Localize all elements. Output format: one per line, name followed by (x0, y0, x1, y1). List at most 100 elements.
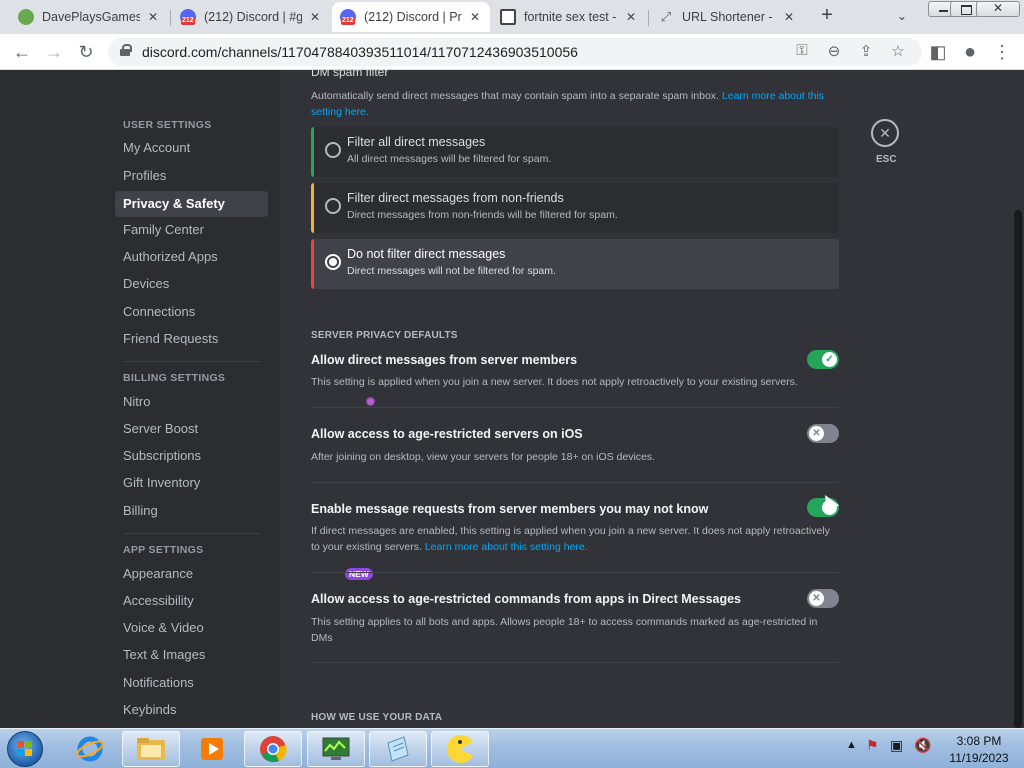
radio-description: Direct messages will not be filtered for… (347, 265, 556, 277)
media-player-icon[interactable] (183, 731, 241, 767)
radio-description: All direct messages will be filtered for… (347, 153, 552, 165)
sidebar-item-label: Appearance (123, 566, 194, 581)
action-center-flag-icon[interactable]: ⚑ (866, 737, 879, 754)
share-icon[interactable]: ⇪ (856, 42, 876, 60)
key-icon[interactable]: ⚿ (792, 42, 812, 59)
sidebar-item-friend-requests[interactable]: Friend Requests (115, 326, 268, 352)
browser-toolbar: ← → ↻ discord.com/channels/1170478840393… (0, 34, 1024, 70)
tab-title: DavePlaysGames (42, 10, 140, 24)
sidebar-item-appearance[interactable]: Appearance NEW (115, 561, 373, 587)
dm-spam-filter-description: Automatically send direct messages that … (311, 90, 825, 118)
taskbar-clock-time[interactable]: 3:08 PM (944, 734, 1014, 748)
app-settings-header: APP SETTINGS (123, 544, 204, 556)
window-close-button[interactable] (976, 1, 1020, 17)
toggle-age-restricted-ios[interactable]: ✕ (807, 424, 839, 443)
discord-favicon-icon: 212 (340, 9, 356, 25)
bookmark-star-icon[interactable]: ☆ (888, 42, 908, 60)
lock-icon[interactable] (120, 44, 132, 56)
close-settings-button[interactable]: ✕ (871, 119, 899, 147)
address-bar[interactable]: discord.com/channels/1170478840393511014… (108, 38, 922, 66)
new-badge: NEW (345, 568, 373, 580)
server-privacy-defaults-header: SERVER PRIVACY DEFAULTS (311, 330, 458, 341)
volume-muted-icon[interactable]: 🔇 (914, 737, 931, 754)
tab-close-icon[interactable]: ✕ (782, 10, 796, 24)
radio-do-not-filter[interactable]: Do not filter direct messages Direct mes… (311, 239, 839, 289)
radio-selected-icon (325, 254, 341, 270)
back-arrow-icon[interactable]: ← (11, 41, 33, 63)
sidebar-item-billing[interactable]: Billing (115, 498, 268, 524)
radio-filter-non-friends[interactable]: Filter direct messages from non-friends … (311, 183, 839, 233)
network-icon[interactable]: ▣ (890, 737, 903, 754)
tab-search-chevron-icon[interactable]: ⌄ (897, 9, 907, 23)
taskbar-clock-date[interactable]: 11/19/2023 (944, 751, 1014, 765)
setting-title-age-restricted-ios: Allow access to age-restricted servers o… (311, 427, 583, 441)
internet-explorer-icon[interactable] (61, 731, 119, 767)
sidebar-item-notifications[interactable]: Notifications (115, 670, 268, 696)
setting-desc-age-restricted-ios: After joining on desktop, view your serv… (311, 451, 656, 463)
sidebar-item-connections[interactable]: Connections (115, 299, 268, 325)
sidebar-item-authorized-apps[interactable]: Authorized Apps (115, 244, 268, 270)
new-tab-button[interactable]: + (817, 5, 837, 26)
radio-title: Filter all direct messages (347, 135, 486, 149)
tab-close-icon[interactable]: ✕ (624, 10, 638, 24)
link-favicon-icon: ⤢ (660, 9, 672, 24)
sidebar-item-accessibility[interactable]: Accessibility (115, 588, 268, 614)
fortnite-favicon-icon (500, 9, 516, 25)
toggle-allow-dms[interactable]: ✓ (807, 350, 839, 369)
tab-close-icon[interactable]: ✕ (308, 10, 322, 24)
tab-close-icon[interactable]: ✕ (146, 10, 160, 24)
browser-tab-fortnite[interactable]: fortnite sex test - ✕ (492, 2, 646, 32)
profile-avatar-icon[interactable]: ● (959, 41, 981, 63)
discord-settings-view: USER SETTINGS My Account Profiles Privac… (0, 70, 1024, 728)
check-icon: ✓ (822, 352, 837, 367)
chrome-menu-icon[interactable]: ⋮ (991, 41, 1013, 63)
sidebar-item-gift-inventory[interactable]: Gift Inventory (115, 470, 268, 496)
chrome-taskbar-icon[interactable] (244, 731, 302, 767)
forward-arrow-icon[interactable]: → (43, 41, 65, 63)
windows-logo-icon (17, 741, 33, 757)
tab-title: (212) Discord | #g (204, 10, 302, 24)
radio-circle-icon (325, 142, 341, 158)
user-settings-header: USER SETTINGS (123, 119, 212, 131)
sidebar-item-server-boost[interactable]: Server Boost (115, 416, 268, 442)
setting-divider (311, 407, 839, 408)
sidebar-item-text-images[interactable]: Text & Images (115, 642, 268, 668)
radio-filter-all-dms[interactable]: Filter all direct messages All direct me… (311, 127, 839, 177)
sidebar-item-profiles[interactable]: Profiles (115, 163, 268, 189)
sidebar-item-voice-video[interactable]: Voice & Video (115, 615, 268, 641)
tab-separator (648, 10, 649, 26)
x-icon: ✕ (809, 591, 824, 606)
sidebar-item-family-center[interactable]: Family Center (115, 217, 268, 243)
browser-tab-discord-privacy[interactable]: 212 (212) Discord | Pr ✕ (332, 2, 490, 32)
file-explorer-icon[interactable] (122, 731, 180, 767)
sidebar-item-nitro[interactable]: Nitro (115, 389, 375, 415)
setting-divider (311, 662, 839, 663)
setting-divider (311, 482, 839, 483)
radio-circle-icon (325, 198, 341, 214)
sidebar-item-my-account[interactable]: My Account (115, 135, 268, 161)
tab-close-icon[interactable]: ✕ (468, 10, 482, 24)
browser-tab-daveplaysgames[interactable]: DavePlaysGames ✕ (10, 2, 168, 32)
start-button[interactable] (7, 731, 43, 767)
task-manager-icon[interactable] (307, 731, 365, 767)
pacman-game-icon[interactable] (431, 731, 489, 767)
browser-tab-url-shortener[interactable]: ⤢ URL Shortener - u ✕ (650, 2, 804, 32)
reload-icon[interactable]: ↻ (75, 41, 97, 63)
radio-title: Do not filter direct messages (347, 247, 506, 261)
toggle-age-restricted-commands[interactable]: ✕ (807, 589, 839, 608)
setting-title-age-restricted-commands: Allow access to age-restricted commands … (311, 592, 742, 606)
sidebar-item-privacy-safety[interactable]: Privacy & Safety (115, 191, 268, 217)
sidebar-item-devices[interactable]: Devices (115, 271, 268, 297)
sidebar-item-keybinds[interactable]: Keybinds (115, 697, 268, 723)
show-hidden-icons-icon[interactable]: ▲ (846, 739, 857, 751)
side-panel-icon[interactable]: ◧ (927, 41, 949, 63)
browser-tab-discord-channel[interactable]: 212 (212) Discord | #g ✕ (172, 2, 330, 32)
x-icon: ✕ (809, 426, 824, 441)
zoom-icon[interactable]: ⊖ (824, 42, 844, 60)
sidebar-item-subscriptions[interactable]: Subscriptions (115, 443, 268, 469)
notepad-icon[interactable] (369, 731, 427, 767)
settings-scrollbar[interactable] (1014, 210, 1022, 728)
setting-desc-allow-dms: This setting is applied when you join a … (311, 376, 798, 388)
url-text[interactable]: discord.com/channels/1170478840393511014… (142, 44, 578, 60)
learn-more-link[interactable]: Learn more about this setting here. (425, 541, 588, 553)
